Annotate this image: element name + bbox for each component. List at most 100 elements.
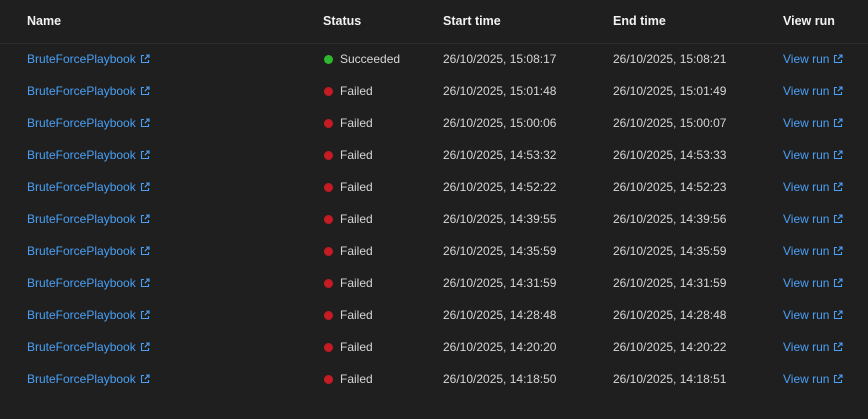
external-link-icon [140, 340, 150, 352]
column-header-name[interactable]: Name [27, 14, 61, 28]
status-failed-icon [324, 343, 333, 352]
playbook-name-link[interactable]: BruteForcePlaybook [27, 115, 150, 131]
table-header: Name Status Start time End time View run [0, 0, 868, 44]
end-time: 26/10/2025, 15:00:07 [613, 116, 727, 130]
playbook-name-link[interactable]: BruteForcePlaybook [27, 339, 150, 355]
external-link-icon [833, 308, 844, 320]
view-run-label: View run [783, 116, 830, 130]
external-link-icon [140, 180, 150, 192]
end-time: 26/10/2025, 14:28:48 [613, 308, 727, 322]
external-link-icon [833, 148, 844, 160]
table-row: BruteForcePlaybook Failed 26/10/2025, 14:5… [0, 171, 868, 203]
end-time: 26/10/2025, 15:08:21 [613, 52, 727, 66]
start-time: 26/10/2025, 15:01:48 [443, 84, 557, 98]
view-run-label: View run [783, 244, 830, 258]
view-run-link[interactable]: View run [783, 147, 844, 163]
end-time: 26/10/2025, 15:01:49 [613, 84, 727, 98]
playbook-name-link[interactable]: BruteForcePlaybook [27, 83, 150, 99]
external-link-icon [140, 244, 150, 256]
status-label: Failed [340, 372, 373, 386]
view-run-label: View run [783, 276, 830, 290]
status-failed-icon [324, 183, 333, 192]
view-run-link[interactable]: View run [783, 339, 844, 355]
playbook-name-link[interactable]: BruteForcePlaybook [27, 371, 150, 387]
table-row: BruteForcePlaybook Failed 26/10/2025, 14:3… [0, 203, 868, 235]
start-time: 26/10/2025, 14:20:20 [443, 340, 557, 354]
view-run-link[interactable]: View run [783, 179, 844, 195]
status-label: Failed [340, 84, 373, 98]
external-link-icon [833, 340, 844, 352]
status-label: Failed [340, 116, 373, 130]
start-time: 26/10/2025, 15:08:17 [443, 52, 557, 66]
status-label: Failed [340, 180, 373, 194]
status-label: Failed [340, 276, 373, 290]
external-link-icon [140, 212, 150, 224]
start-time: 26/10/2025, 14:28:48 [443, 308, 557, 322]
playbook-name-link[interactable]: BruteForcePlaybook [27, 243, 150, 259]
status-label: Failed [340, 148, 373, 162]
playbook-name-label: BruteForcePlaybook [27, 340, 136, 354]
playbook-name-label: BruteForcePlaybook [27, 244, 136, 258]
column-header-status[interactable]: Status [323, 14, 361, 28]
table-row: BruteForcePlaybook Failed 26/10/2025, 14:3… [0, 235, 868, 267]
playbook-name-label: BruteForcePlaybook [27, 116, 136, 130]
playbook-name-link[interactable]: BruteForcePlaybook [27, 147, 150, 163]
external-link-icon [140, 52, 150, 64]
table-row: BruteForcePlaybook Failed 26/10/2025, 15:0… [0, 107, 868, 139]
status-label: Failed [340, 212, 373, 226]
end-time: 26/10/2025, 14:53:33 [613, 148, 727, 162]
external-link-icon [140, 308, 150, 320]
external-link-icon [140, 116, 150, 128]
table-row: BruteForcePlaybook Failed 26/10/2025, 14:5… [0, 139, 868, 171]
external-link-icon [833, 212, 844, 224]
table-row: BruteForcePlaybook Failed 26/10/2025, 14:3… [0, 267, 868, 299]
status-label: Failed [340, 340, 373, 354]
external-link-icon [140, 84, 150, 96]
view-run-link[interactable]: View run [783, 211, 844, 227]
playbook-name-label: BruteForcePlaybook [27, 84, 136, 98]
status-failed-icon [324, 279, 333, 288]
start-time: 26/10/2025, 14:53:32 [443, 148, 557, 162]
status-failed-icon [324, 151, 333, 160]
start-time: 26/10/2025, 14:39:55 [443, 212, 557, 226]
end-time: 26/10/2025, 14:35:59 [613, 244, 727, 258]
column-header-end-time[interactable]: End time [613, 14, 666, 28]
view-run-label: View run [783, 340, 830, 354]
column-header-view-run[interactable]: View run [783, 14, 835, 28]
status-failed-icon [324, 215, 333, 224]
playbook-name-link[interactable]: BruteForcePlaybook [27, 307, 150, 323]
view-run-label: View run [783, 308, 830, 322]
view-run-label: View run [783, 84, 830, 98]
external-link-icon [833, 276, 844, 288]
playbook-name-label: BruteForcePlaybook [27, 212, 136, 226]
view-run-link[interactable]: View run [783, 115, 844, 131]
view-run-label: View run [783, 212, 830, 226]
view-run-link[interactable]: View run [783, 307, 844, 323]
table-row: BruteForcePlaybook Failed 26/10/2025, 14:2… [0, 331, 868, 363]
view-run-label: View run [783, 372, 830, 386]
view-run-link[interactable]: View run [783, 275, 844, 291]
view-run-link[interactable]: View run [783, 243, 844, 259]
external-link-icon [833, 244, 844, 256]
playbook-name-link[interactable]: BruteForcePlaybook [27, 179, 150, 195]
view-run-link[interactable]: View run [783, 51, 844, 67]
end-time: 26/10/2025, 14:20:22 [613, 340, 727, 354]
playbook-name-link[interactable]: BruteForcePlaybook [27, 51, 150, 67]
status-failed-icon [324, 119, 333, 128]
column-header-start-time[interactable]: Start time [443, 14, 501, 28]
view-run-link[interactable]: View run [783, 371, 844, 387]
playbook-name-link[interactable]: BruteForcePlaybook [27, 211, 150, 227]
table-row: BruteForcePlaybook Failed 26/10/2025, 14:2… [0, 299, 868, 331]
external-link-icon [833, 180, 844, 192]
playbook-name-label: BruteForcePlaybook [27, 308, 136, 322]
table-row: BruteForcePlaybook Failed 26/10/2025, 15:0… [0, 75, 868, 107]
external-link-icon [833, 52, 844, 64]
status-failed-icon [324, 375, 333, 384]
start-time: 26/10/2025, 14:52:22 [443, 180, 557, 194]
external-link-icon [140, 372, 150, 384]
status-failed-icon [324, 87, 333, 96]
runs-table: Name Status Start time End time View run… [0, 0, 868, 419]
status-failed-icon [324, 311, 333, 320]
playbook-name-link[interactable]: BruteForcePlaybook [27, 275, 150, 291]
view-run-link[interactable]: View run [783, 83, 844, 99]
